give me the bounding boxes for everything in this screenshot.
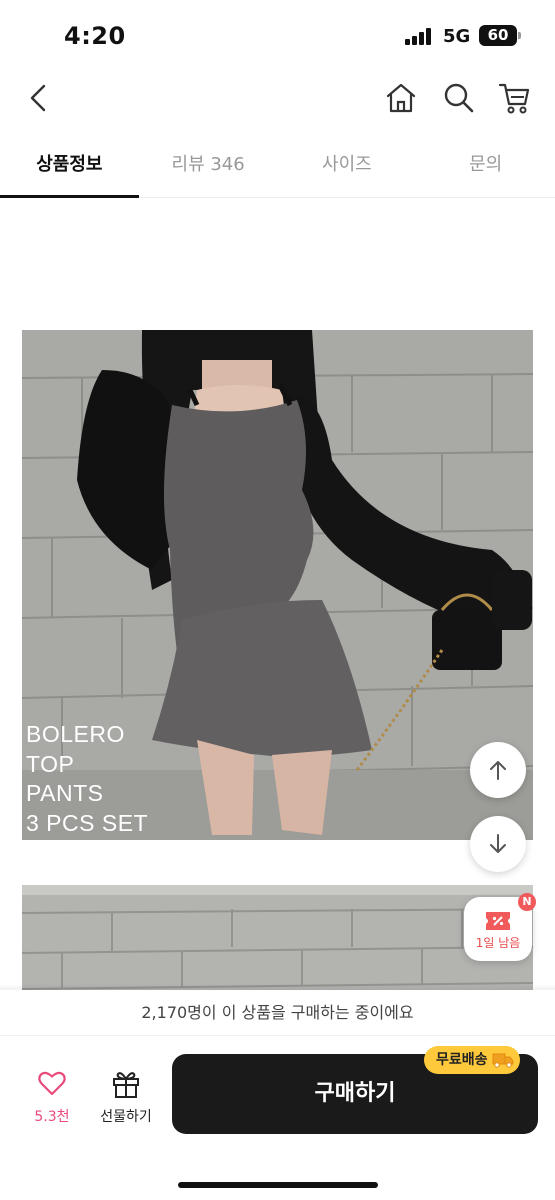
product-image: BOLERO TOP PANTS 3 PCS SET — [22, 330, 533, 840]
product-image-secondary — [22, 885, 533, 995]
chevron-left-icon[interactable] — [22, 80, 58, 116]
truck-icon — [492, 1053, 514, 1068]
heart-icon — [38, 1071, 66, 1096]
coupon-icon — [486, 912, 510, 930]
scroll-up-button[interactable] — [470, 742, 526, 798]
free-shipping-label: 무료배송 — [436, 1052, 488, 1068]
like-button[interactable]: 5.3천 — [24, 1070, 80, 1126]
scroll-down-button[interactable] — [470, 816, 526, 872]
new-badge: N — [518, 893, 536, 911]
product-tabs: 상품정보 리뷰 346 사이즈 문의 — [0, 136, 555, 198]
tab-reviews[interactable]: 리뷰 346 — [139, 136, 278, 197]
network-type: 5G — [443, 26, 471, 47]
caption-line: 3 PCS SET — [26, 809, 149, 836]
coupon-remaining: 1일 남음 — [475, 936, 521, 950]
status-bar: 4:20 5G 60 — [0, 0, 555, 70]
tab-product-info[interactable]: 상품정보 — [0, 136, 139, 198]
caption-line: PANTS — [26, 780, 104, 806]
arrow-down-icon — [490, 834, 506, 853]
caption-line: TOP — [26, 750, 75, 777]
free-shipping-badge: 무료배송 — [424, 1046, 520, 1074]
status-time: 4:20 — [64, 22, 126, 50]
home-icon[interactable] — [383, 80, 419, 116]
action-bar: 5.3천 선물하기 구매하기 무료배송 — [0, 1036, 555, 1200]
battery-icon: 60 — [479, 25, 521, 46]
search-icon[interactable] — [441, 80, 477, 116]
cart-icon[interactable] — [497, 80, 533, 116]
home-indicator — [178, 1182, 378, 1188]
purchase-notice: 2,170명이 이 상품을 구매하는 중이에요 — [0, 990, 555, 1036]
tab-size[interactable]: 사이즈 — [278, 136, 417, 197]
tab-inquiry[interactable]: 문의 — [416, 136, 555, 197]
gift-label: 선물하기 — [100, 1109, 152, 1125]
gift-icon — [113, 1072, 139, 1098]
nav-bar — [0, 70, 555, 130]
battery-level: 60 — [487, 26, 509, 44]
cellular-signal-icon — [405, 27, 435, 45]
product-image-caption: BOLERO TOP PANTS 3 PCS SET — [26, 720, 148, 838]
coupon-button[interactable]: N 1일 남음 — [464, 893, 536, 961]
arrow-up-icon — [490, 761, 506, 780]
caption-line: BOLERO — [26, 721, 125, 747]
like-count: 5.3천 — [34, 1109, 70, 1125]
gift-button[interactable]: 선물하기 — [92, 1070, 160, 1126]
